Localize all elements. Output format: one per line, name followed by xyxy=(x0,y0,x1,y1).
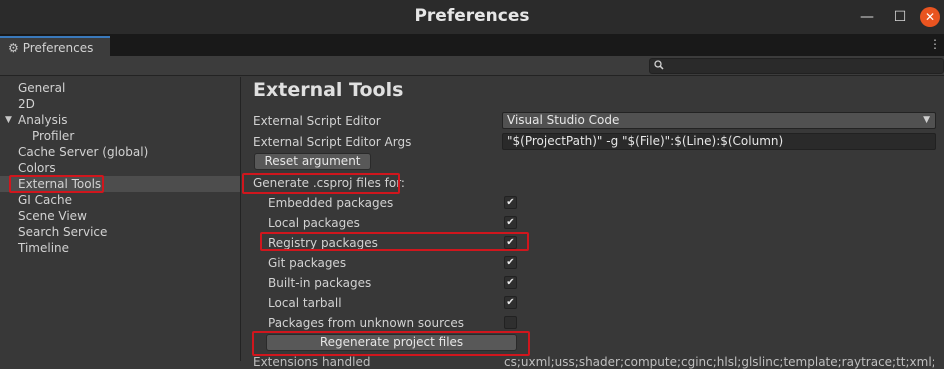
package-label-git: Git packages xyxy=(268,256,347,270)
tab-bar: ⚙ Preferences ⋮ xyxy=(0,34,944,56)
sidebar-item-analysis[interactable]: ▼ Analysis xyxy=(0,112,240,128)
sidebar-item-general[interactable]: General xyxy=(0,80,240,96)
extensions-field[interactable]: cs;uxml;uss;shader;compute;cginc;hlsl;gl… xyxy=(504,355,934,369)
sidebar-item-profiler[interactable]: Profiler xyxy=(0,128,240,144)
close-icon[interactable]: ✕ xyxy=(920,7,940,27)
reset-argument-button[interactable]: Reset argument xyxy=(254,153,371,170)
gear-icon: ⚙ xyxy=(8,41,19,55)
sidebar-item-label: GI Cache xyxy=(18,193,72,207)
package-label-registry: Registry packages xyxy=(268,236,378,250)
checkbox-local-tarball[interactable]: ✔ xyxy=(504,296,517,309)
foldout-arrow-icon[interactable]: ▼ xyxy=(5,112,12,128)
sidebar-item-cache-server[interactable]: Cache Server (global) xyxy=(0,144,240,160)
external-tools-panel: External Tools External Script Editor Vi… xyxy=(241,77,944,369)
sidebar-item-label: Timeline xyxy=(18,241,70,255)
sidebar-item-label: External Tools xyxy=(18,177,102,191)
script-editor-value: Visual Studio Code xyxy=(507,113,620,127)
window-titlebar: Preferences — ☐ ✕ xyxy=(0,0,944,34)
sidebar-item-label: Search Service xyxy=(18,225,108,239)
sidebar-item-colors[interactable]: Colors xyxy=(0,160,240,176)
search-input[interactable] xyxy=(649,58,944,74)
sidebar-item-label: Cache Server (global) xyxy=(18,145,149,159)
checkbox-git-packages[interactable]: ✔ xyxy=(504,256,517,269)
maximize-icon[interactable]: ☐ xyxy=(890,7,910,27)
package-label-unknown-sources: Packages from unknown sources xyxy=(268,316,464,330)
minimize-icon[interactable]: — xyxy=(857,7,877,27)
regenerate-project-files-button[interactable]: Regenerate project files xyxy=(266,334,517,351)
sidebar-item-label: Scene View xyxy=(18,209,87,223)
checkbox-builtin-packages[interactable]: ✔ xyxy=(504,276,517,289)
script-editor-dropdown[interactable]: Visual Studio Code ▼ xyxy=(502,112,936,129)
sidebar-item-gi-cache[interactable]: GI Cache xyxy=(0,192,240,208)
tab-preferences[interactable]: ⚙ Preferences xyxy=(0,36,110,56)
script-editor-label: External Script Editor xyxy=(253,114,381,128)
sidebar-item-external-tools[interactable]: External Tools xyxy=(0,176,240,192)
toolbar xyxy=(0,56,944,76)
generate-csproj-label: Generate .csproj files for: xyxy=(253,176,405,190)
window-title: Preferences xyxy=(414,6,530,26)
extensions-label: Extensions handled xyxy=(253,355,371,369)
checkbox-local-packages[interactable]: ✔ xyxy=(504,216,517,229)
sidebar-item-label: General xyxy=(18,81,66,95)
sidebar-item-timeline[interactable]: Timeline xyxy=(0,240,240,256)
sidebar-item-scene-view[interactable]: Scene View xyxy=(0,208,240,224)
sidebar-item-label: Profiler xyxy=(32,129,75,143)
package-label-builtin: Built-in packages xyxy=(268,276,372,290)
checkbox-unknown-sources[interactable] xyxy=(504,316,517,329)
sidebar-item-label: Colors xyxy=(18,161,56,175)
tab-preferences-label: Preferences xyxy=(22,41,94,55)
preferences-sidebar: General 2D ▼ Analysis Profiler Cache Serv… xyxy=(0,77,241,361)
search-icon xyxy=(654,60,664,73)
package-label-local: Local packages xyxy=(268,216,360,230)
script-editor-args-field[interactable]: "$(ProjectPath)" -g "$(File)":$(Line):$(… xyxy=(502,133,936,150)
package-label-local-tarball: Local tarball xyxy=(268,296,342,310)
sidebar-item-2d[interactable]: 2D xyxy=(0,96,240,112)
checkbox-embedded-packages[interactable]: ✔ xyxy=(504,196,517,209)
checkbox-registry-packages[interactable]: ✔ xyxy=(504,236,517,249)
sidebar-item-label: 2D xyxy=(18,97,35,111)
sidebar-item-search-service[interactable]: Search Service xyxy=(0,224,240,240)
page-title: External Tools xyxy=(253,79,404,101)
sidebar-item-label: Analysis xyxy=(18,113,68,127)
more-options-icon[interactable]: ⋮ xyxy=(929,37,941,51)
script-editor-args-label: External Script Editor Args xyxy=(253,135,412,149)
chevron-down-icon: ▼ xyxy=(923,115,930,125)
package-label-embedded: Embedded packages xyxy=(268,196,394,210)
